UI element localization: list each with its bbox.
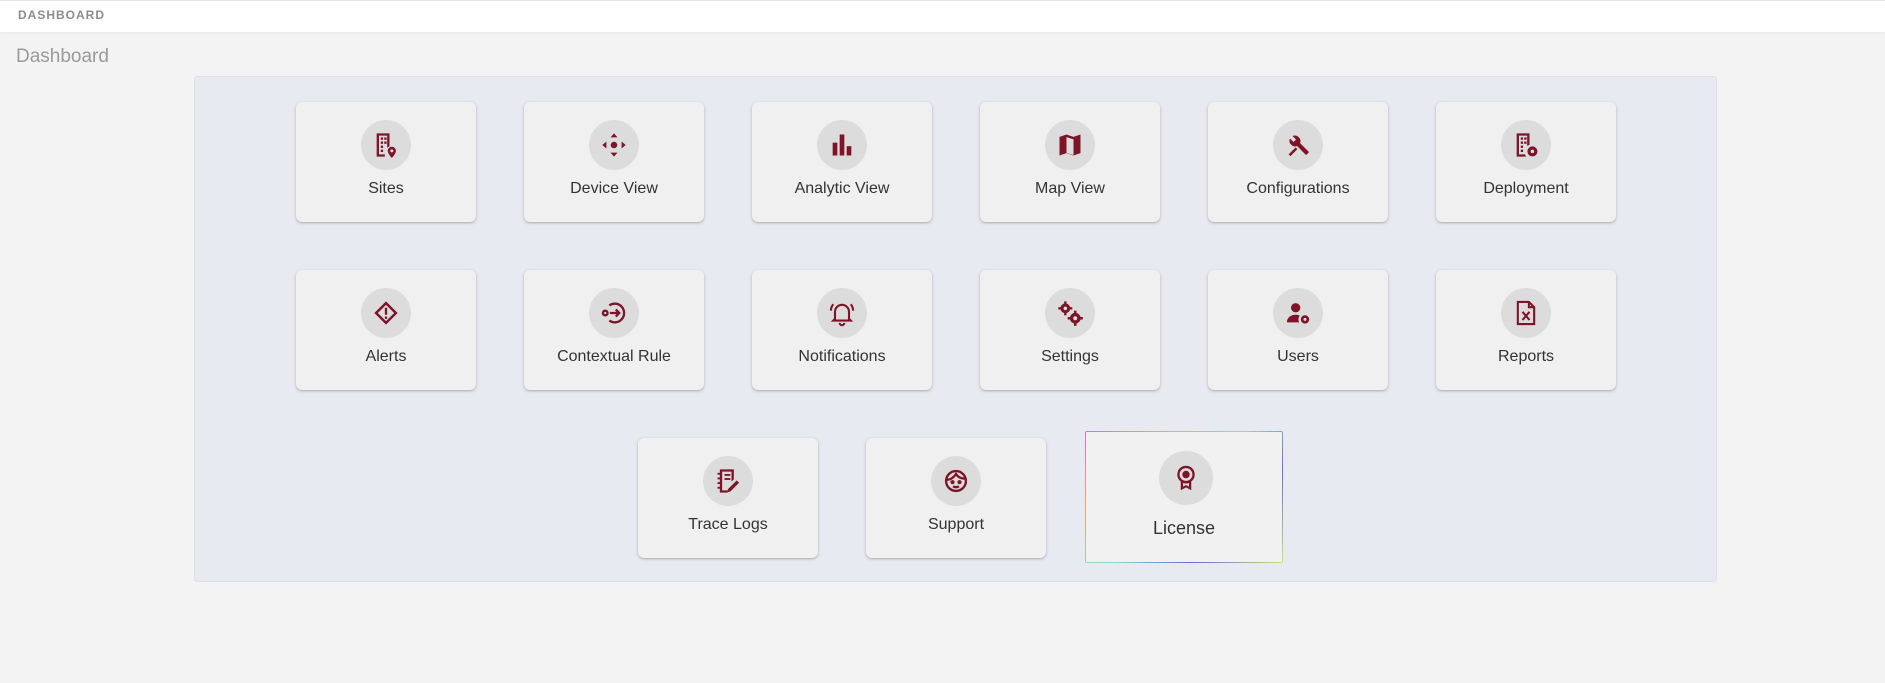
tile-reports[interactable]: Reports	[1436, 270, 1616, 390]
tile-analytic-view[interactable]: Analytic View	[752, 102, 932, 222]
tools-icon	[1273, 120, 1323, 170]
dashboard-panel: Sites Device View Analytic View Map View…	[194, 76, 1717, 582]
bar-chart-icon	[817, 120, 867, 170]
tile-trace-logs[interactable]: Trace Logs	[638, 438, 818, 558]
tile-users[interactable]: Users	[1208, 270, 1388, 390]
tile-label: Device View	[570, 180, 658, 197]
tile-label: Users	[1277, 348, 1319, 365]
tile-label: License	[1152, 518, 1216, 538]
award-badge-icon	[1159, 451, 1213, 505]
top-bar: DASHBOARD	[0, 0, 1885, 32]
tile-map-view[interactable]: Map View	[980, 102, 1160, 222]
tile-label: Analytic View	[794, 180, 890, 197]
tile-label: Sites	[368, 180, 404, 197]
user-gear-icon	[1273, 288, 1323, 338]
notebook-edit-icon	[703, 456, 753, 506]
gears-icon	[1045, 288, 1095, 338]
tile-support[interactable]: Support	[866, 438, 1046, 558]
excel-file-icon	[1501, 288, 1551, 338]
building-pin-icon	[361, 120, 411, 170]
tile-alerts[interactable]: Alerts	[296, 270, 476, 390]
tile-settings[interactable]: Settings	[980, 270, 1160, 390]
tile-label: Reports	[1497, 348, 1555, 365]
building-gear-icon	[1501, 120, 1551, 170]
page-title: Dashboard	[16, 46, 109, 67]
map-icon	[1045, 120, 1095, 170]
move-arrows-icon	[589, 120, 639, 170]
tile-label: Settings	[1041, 348, 1099, 365]
tile-label: Deployment	[1483, 180, 1569, 197]
tile-label: Support	[927, 516, 985, 533]
breadcrumb: DASHBOARD	[18, 8, 105, 22]
tile-notifications[interactable]: Notifications	[752, 270, 932, 390]
tile-label: Notifications	[798, 348, 886, 365]
tile-label: Configurations	[1246, 180, 1350, 197]
support-face-icon	[931, 456, 981, 506]
bell-ringing-icon	[817, 288, 867, 338]
tile-label: Map View	[1035, 180, 1105, 197]
tile-sites[interactable]: Sites	[296, 102, 476, 222]
tile-deployment[interactable]: Deployment	[1436, 102, 1616, 222]
tile-license[interactable]: License	[1085, 431, 1283, 563]
tile-label: Contextual Rule	[557, 348, 671, 365]
tile-contextual-rule[interactable]: Contextual Rule	[524, 270, 704, 390]
alert-diamond-icon	[361, 288, 411, 338]
tile-configurations[interactable]: Configurations	[1208, 102, 1388, 222]
tile-device-view[interactable]: Device View	[524, 102, 704, 222]
tile-label: Alerts	[365, 348, 407, 365]
tile-label: Trace Logs	[688, 516, 768, 533]
rule-circle-arrow-icon	[589, 288, 639, 338]
